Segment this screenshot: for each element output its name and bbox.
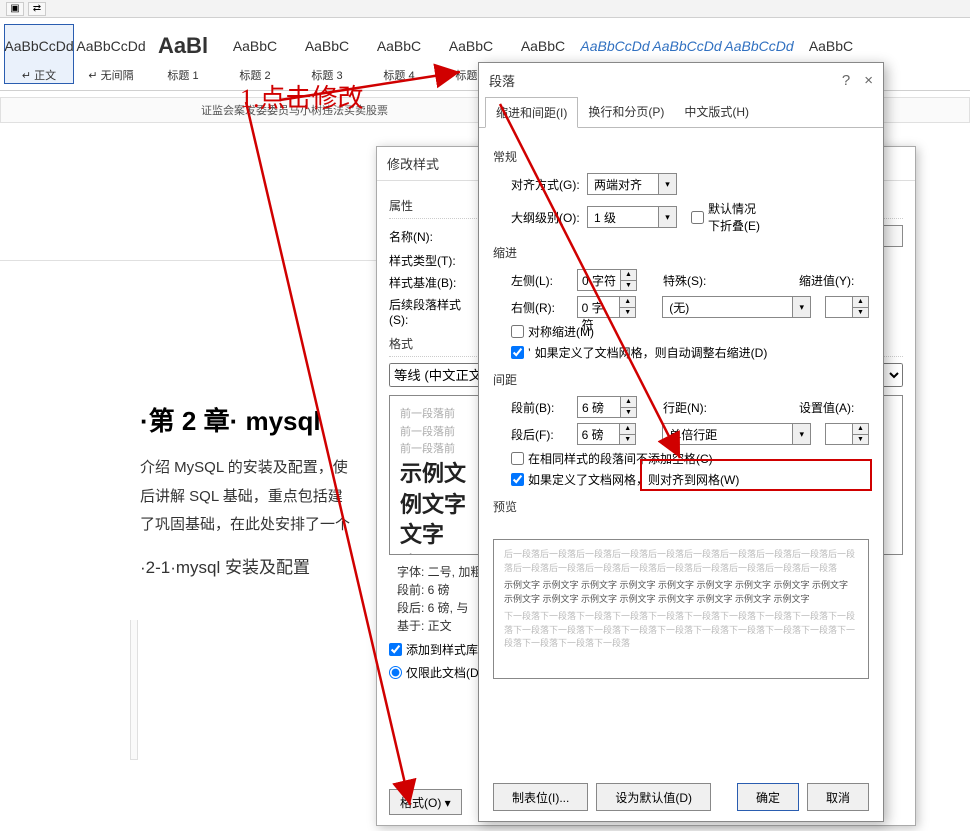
format-button[interactable]: 格式(O) ▾ — [389, 789, 462, 815]
modify-style-title: 修改样式 — [387, 154, 439, 173]
space-after-spinner[interactable]: 6 磅▲▼ — [577, 423, 637, 445]
special-label: 特殊(S): — [663, 272, 733, 289]
style-item-1[interactable]: AaBbCcDd↵ 无间隔 — [76, 24, 146, 84]
based-label: 样式基准(B): — [389, 274, 479, 291]
document-area: ·第 2 章· mysql 介绍 MySQL 的安装及配置，使 后讲解 SQL … — [0, 260, 400, 620]
ok-button[interactable]: 确定 — [737, 783, 799, 811]
no-space-same-label: 在相同样式的段落间不添加空格(C) — [528, 450, 713, 467]
preview-head: 预览 — [493, 498, 869, 515]
set-default-button[interactable]: 设为默认值(D) — [596, 783, 711, 811]
window-icon-1[interactable]: ▣ — [6, 2, 24, 16]
style-item-4[interactable]: AaBbC标题 3 — [292, 24, 362, 84]
space-before-label: 段前(B): — [511, 399, 571, 416]
follow-label: 后续段落样式(S): — [389, 296, 479, 327]
close-icon[interactable]: × — [864, 72, 873, 89]
no-space-same-checkbox[interactable] — [511, 452, 524, 465]
style-item-0[interactable]: AaBbCcDd↵ 正文 — [4, 24, 74, 84]
chevron-down-icon: ▾ — [658, 174, 676, 194]
left-indent-spinner[interactable]: 0 字符▲▼ — [577, 269, 637, 291]
tabs-button[interactable]: 制表位(I)... — [493, 783, 588, 811]
right-indent-spinner[interactable]: 0 字符▲▼ — [577, 296, 637, 318]
indent-head: 缩进 — [493, 244, 869, 261]
top-toolbar: ▣ ⇄ — [0, 0, 970, 18]
left-indent-label: 左侧(L): — [511, 272, 571, 289]
doc-paragraph: 了巩固基础，在此处安排了一个 — [140, 511, 350, 540]
doc-subhead: ·2-1·mysql 安装及配置 — [140, 552, 350, 584]
grid-spacing-checkbox[interactable] — [511, 473, 524, 486]
tab-chinese-layout[interactable]: 中文版式(H) — [674, 97, 759, 127]
doc-only-radio[interactable] — [389, 666, 402, 679]
chevron-down-icon: ▾ — [792, 297, 810, 317]
right-indent-label: 右侧(R): — [511, 299, 571, 316]
line-spacing-select[interactable]: 单倍行距▾ — [662, 423, 811, 445]
paragraph-dialog: 段落 ? × 缩进和间距(I) 换行和分页(P) 中文版式(H) 常规 对齐方式… — [478, 62, 884, 822]
collapse-checkbox[interactable] — [691, 211, 704, 224]
name-label: 名称(N): — [389, 228, 479, 245]
set-value-spinner[interactable]: ▲▼ — [825, 423, 869, 445]
tab-line-page[interactable]: 换行和分页(P) — [578, 97, 674, 127]
space-before-spinner[interactable]: 6 磅▲▼ — [577, 396, 637, 418]
window-icon-2[interactable]: ⇄ — [28, 2, 46, 16]
grid-spacing-label: 如果定义了文档网格，则对齐到网格(W) — [528, 471, 739, 488]
outline-label: 大纲级别(O): — [511, 209, 581, 226]
spacing-head: 间距 — [493, 371, 869, 388]
paragraph-tabs: 缩进和间距(I) 换行和分页(P) 中文版式(H) — [479, 97, 883, 128]
general-head: 常规 — [493, 148, 869, 165]
sym-indent-label: 对称缩进(M) — [528, 323, 594, 340]
style-item-3[interactable]: AaBbC标题 2 — [220, 24, 290, 84]
doc-only-label: 仅限此文档(D) — [406, 664, 483, 681]
indent-value-label: 缩进值(Y): — [799, 272, 869, 289]
annotation-1: 1.点击修改 — [240, 78, 364, 115]
indent-value-spinner[interactable]: ▲▼ — [825, 296, 869, 318]
space-after-label: 段后(F): — [511, 426, 571, 443]
chevron-down-icon: ▾ — [792, 424, 810, 444]
set-value-label: 设置值(A): — [799, 399, 869, 416]
line-spacing-label: 行距(N): — [663, 399, 733, 416]
special-select[interactable]: (无)▾ — [662, 296, 811, 318]
outline-select[interactable]: 1 级▾ — [587, 206, 677, 228]
add-to-gallery-checkbox[interactable] — [389, 643, 402, 656]
grid-indent-label: 如果定义了文档网格，则自动调整右缩进(D) — [535, 344, 768, 361]
doc-heading-2: ·第 2 章· mysql — [140, 401, 350, 438]
chevron-down-icon: ▾ — [658, 207, 676, 227]
align-select[interactable]: 两端对齐▾ — [587, 173, 677, 195]
cancel-button[interactable]: 取消 — [807, 783, 869, 811]
style-item-5[interactable]: AaBbC标题 4 — [364, 24, 434, 84]
grid-indent-checkbox[interactable] — [511, 346, 524, 359]
doc-paragraph: 后讲解 SQL 基础，重点包括建 — [140, 483, 350, 512]
style-item-2[interactable]: AaBl标题 1 — [148, 24, 218, 84]
doc-paragraph: 介绍 MySQL 的安装及配置，使 — [140, 454, 350, 483]
sym-indent-checkbox[interactable] — [511, 325, 524, 338]
align-label: 对齐方式(G): — [511, 176, 581, 193]
help-icon[interactable]: ? — [842, 72, 850, 89]
tab-indent-spacing[interactable]: 缩进和间距(I) — [485, 97, 578, 128]
type-label: 样式类型(T): — [389, 252, 479, 269]
paragraph-preview: 后一段落后一段落后一段落后一段落后一段落后一段落后一段落后一段落后一段落后一段落… — [493, 539, 869, 679]
collapse-label: 默认情况下折叠(E) — [708, 200, 761, 234]
paragraph-title: 段落 — [489, 71, 515, 90]
